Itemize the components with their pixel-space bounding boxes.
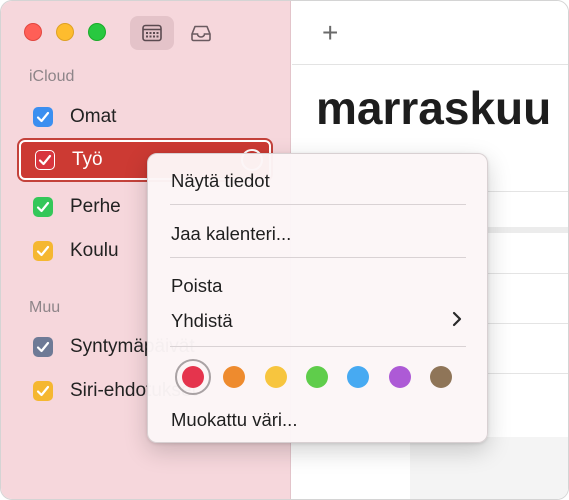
calendar-checkbox[interactable] (33, 337, 53, 357)
checkmark-icon (36, 341, 50, 353)
color-swatch-purple[interactable] (389, 366, 411, 388)
menu-separator (170, 346, 466, 347)
checkmark-icon (36, 245, 50, 257)
checkmark-icon (38, 154, 52, 166)
color-swatch-green[interactable] (306, 366, 328, 388)
calendar-checkbox[interactable] (33, 197, 53, 217)
checkmark-icon (36, 111, 50, 123)
menu-item-share-calendar[interactable]: Jaa kalenteri... (171, 223, 291, 245)
color-swatch-red[interactable] (182, 366, 204, 388)
menu-item-delete[interactable]: Poista (171, 275, 222, 297)
calendar-checkbox[interactable] (33, 241, 53, 261)
chevron-right-icon (452, 311, 462, 327)
checkmark-icon (36, 201, 50, 213)
menu-item-merge[interactable]: Yhdistä (171, 310, 233, 332)
calendar-checkbox[interactable] (33, 381, 53, 401)
calendar-list-toggle-button[interactable] (130, 16, 174, 50)
calendar-icon (142, 24, 162, 42)
inbox-button[interactable] (179, 16, 223, 50)
close-window-button[interactable] (24, 23, 42, 41)
calendar-label: Työ (72, 149, 103, 170)
section-label-muu: Muu (29, 299, 61, 316)
section-label-icloud: iCloud (29, 68, 75, 85)
calendar-checkbox[interactable] (35, 150, 55, 170)
menu-item-show-info[interactable]: Näytä tiedot (171, 170, 270, 192)
minimize-window-button[interactable] (56, 23, 74, 41)
add-event-button[interactable]: + (322, 17, 338, 49)
grid-cell (410, 437, 568, 499)
month-title: marraskuu (316, 82, 552, 134)
menu-item-custom-color[interactable]: Muokattu väri... (171, 409, 297, 431)
toolbar-divider (292, 64, 568, 65)
menu-separator (170, 204, 466, 205)
color-swatch-brown[interactable] (430, 366, 452, 388)
inbox-icon (191, 25, 211, 42)
calendar-checkbox[interactable] (33, 107, 53, 127)
sidebar-item-omat[interactable]: Omat (19, 97, 271, 137)
checkmark-icon (36, 385, 50, 397)
color-swatch-orange[interactable] (223, 366, 245, 388)
calendar-context-menu: Näytä tiedot Jaa kalenteri... Poista Yhd… (147, 153, 488, 443)
menu-separator (170, 257, 466, 258)
color-swatch-yellow[interactable] (265, 366, 287, 388)
calendar-label: Koulu (70, 240, 119, 261)
color-swatch-blue[interactable] (347, 366, 369, 388)
calendar-label: Perhe (70, 196, 121, 217)
calendar-window: iCloud Omat Työ Perhe Koulu Muu Syntymäp… (0, 0, 569, 500)
zoom-window-button[interactable] (88, 23, 106, 41)
calendar-label: Omat (70, 106, 117, 127)
